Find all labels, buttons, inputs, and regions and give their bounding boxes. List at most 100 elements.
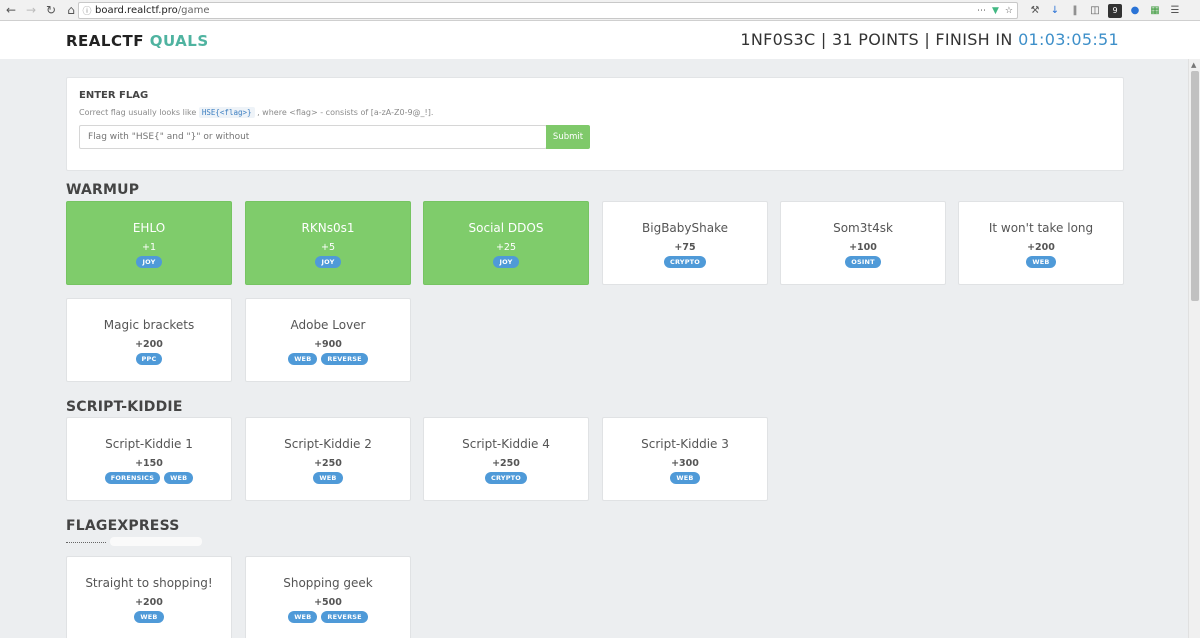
- task-name: Script-Kiddie 3: [641, 437, 729, 451]
- app-header: REALCTF QUALS 1NF0S3C | 31 POINTS | FINI…: [0, 21, 1200, 59]
- category-tag: WEB: [288, 611, 318, 623]
- category-tag: CRYPTO: [663, 256, 707, 268]
- task-card[interactable]: Script-Kiddie 1 +150 FORENSICS WEB: [66, 417, 232, 501]
- task-points: +1: [141, 242, 156, 253]
- hint-before: Correct flag usually looks like: [79, 108, 197, 117]
- category-tag: WEB: [670, 472, 700, 484]
- task-tags: PPC: [67, 353, 231, 365]
- category-tag: JOY: [136, 256, 162, 268]
- hint-after: , where <flag> - consists of [a-zA-Z0-9@…: [257, 108, 434, 117]
- extension-badge-icon[interactable]: 9: [1108, 3, 1122, 18]
- team-status: 1NF0S3C | 31 POINTS | FINISH IN 01:03:05…: [740, 30, 1119, 49]
- task-points: +75: [674, 242, 696, 253]
- category-tag: WEB: [164, 472, 194, 484]
- task-card[interactable]: It won't take long +200 WEB: [958, 201, 1124, 285]
- menu-icon[interactable]: ☰: [1168, 4, 1182, 18]
- browser-toolbar: ← → ↻ ⌂ ⓘ board.realctf.pro/game ⋯ ▼ ☆ ⚒…: [0, 0, 1200, 21]
- task-tags: WEB: [246, 472, 410, 484]
- task-points: +250: [492, 458, 520, 469]
- task-tags: JOY: [246, 256, 410, 268]
- task-card[interactable]: BigBabyShake +75 CRYPTO: [602, 201, 768, 285]
- task-points: +900: [314, 339, 342, 350]
- task-points: +300: [671, 458, 699, 469]
- sidebar-icon[interactable]: ◫: [1088, 4, 1102, 18]
- extension-icon[interactable]: ●: [1128, 4, 1142, 18]
- back-icon[interactable]: ←: [2, 1, 20, 19]
- task-name: BigBabyShake: [642, 221, 728, 235]
- category-tag: WEB: [313, 472, 343, 484]
- site-info-icon[interactable]: ⓘ: [79, 4, 95, 17]
- task-name: Script-Kiddie 4: [462, 437, 550, 451]
- vue-devtools-icon[interactable]: ▼: [992, 6, 999, 16]
- task-card[interactable]: Script-Kiddie 4 +250 CRYPTO: [423, 417, 589, 501]
- scroll-thumb[interactable]: [1191, 71, 1199, 301]
- brand-accent: QUALS: [149, 32, 209, 50]
- task-tags: JOY: [424, 256, 588, 268]
- flag-input[interactable]: [79, 125, 547, 149]
- task-card[interactable]: Adobe Lover +900 WEB REVERSE: [245, 298, 411, 382]
- task-name: Som3t4sk: [833, 221, 893, 235]
- category-tag: JOY: [493, 256, 519, 268]
- task-tags: CRYPTO: [424, 472, 588, 484]
- flag-panel-title: ENTER FLAG: [79, 90, 149, 101]
- library-icon[interactable]: ‖: [1068, 4, 1082, 18]
- task-points: +200: [1027, 242, 1055, 253]
- task-card[interactable]: Som3t4sk +100 OSINT: [780, 201, 946, 285]
- task-card[interactable]: Script-Kiddie 3 +300 WEB: [602, 417, 768, 501]
- task-card[interactable]: RKNs0s1 +5 JOY: [245, 201, 411, 285]
- submit-button[interactable]: Submit: [546, 125, 590, 149]
- brand-main: REALCTF: [66, 32, 144, 50]
- page-actions-icon[interactable]: ⋯: [977, 6, 986, 16]
- task-points: +200: [135, 339, 163, 350]
- task-tags: WEB REVERSE: [246, 353, 410, 365]
- bookmark-star-icon[interactable]: ☆: [1005, 6, 1013, 16]
- task-tags: FORENSICS WEB: [67, 472, 231, 484]
- category-tag: OSINT: [845, 256, 881, 268]
- forward-icon[interactable]: →: [22, 1, 40, 19]
- task-points: +500: [314, 597, 342, 608]
- category-tag: FORENSICS: [104, 472, 161, 484]
- page-scrollbar[interactable]: ▲: [1188, 59, 1200, 638]
- task-name: Script-Kiddie 2: [284, 437, 372, 451]
- wrench-icon[interactable]: ⚒: [1028, 4, 1042, 18]
- task-tags: CRYPTO: [603, 256, 767, 268]
- task-name: Straight to shopping!: [85, 576, 213, 590]
- task-name: Magic brackets: [103, 318, 195, 332]
- category-tag: WEB: [134, 611, 164, 623]
- task-card[interactable]: Social DDOS +25 JOY: [423, 201, 589, 285]
- address-bar[interactable]: ⓘ board.realctf.pro/game ⋯ ▼ ☆: [78, 2, 1018, 19]
- brand-logo[interactable]: REALCTF QUALS: [66, 32, 209, 50]
- redacted-link: [66, 537, 202, 546]
- url-host: board.realctf.pro: [95, 5, 178, 16]
- scroll-up-icon[interactable]: ▲: [1191, 61, 1196, 69]
- task-card[interactable]: Script-Kiddie 2 +250 WEB: [245, 417, 411, 501]
- flag-format-hint: Correct flag usually looks like HSE{<fla…: [79, 107, 434, 118]
- task-card[interactable]: Straight to shopping! +200 WEB: [66, 556, 232, 638]
- task-name: Script-Kiddie 1: [105, 437, 193, 451]
- download-icon[interactable]: ↓: [1048, 4, 1062, 18]
- category-tag: CRYPTO: [484, 472, 528, 484]
- task-points: +5: [320, 242, 335, 253]
- task-tags: JOY: [67, 256, 231, 268]
- task-tags: OSINT: [781, 256, 945, 268]
- category-tag: PPC: [135, 353, 163, 365]
- category-tag: JOY: [315, 256, 341, 268]
- task-card[interactable]: EHLO +1 JOY: [66, 201, 232, 285]
- category-tag: WEB: [1026, 256, 1056, 268]
- reload-icon[interactable]: ↻: [42, 1, 60, 19]
- section-title-flagexpress: FLAGEXPRESS: [66, 518, 180, 534]
- url-path: /game: [177, 5, 210, 16]
- section-title-warmup: WARMUP: [66, 182, 140, 198]
- flag-panel: ENTER FLAG Correct flag usually looks li…: [66, 77, 1124, 171]
- task-card[interactable]: Shopping geek +500 WEB REVERSE: [245, 556, 411, 638]
- task-points: +200: [135, 597, 163, 608]
- task-points: +100: [849, 242, 877, 253]
- category-tag: WEB: [288, 353, 318, 365]
- task-tags: WEB: [959, 256, 1123, 268]
- task-points: +150: [135, 458, 163, 469]
- section-title-script-kiddie: SCRIPT-KIDDIE: [66, 399, 183, 415]
- task-card[interactable]: Magic brackets +200 PPC: [66, 298, 232, 382]
- team-score-text: 1NF0S3C | 31 POINTS | FINISH IN: [740, 30, 1013, 49]
- hint-code: HSE{<flag>}: [198, 107, 255, 118]
- apps-icon[interactable]: ▦: [1148, 4, 1162, 18]
